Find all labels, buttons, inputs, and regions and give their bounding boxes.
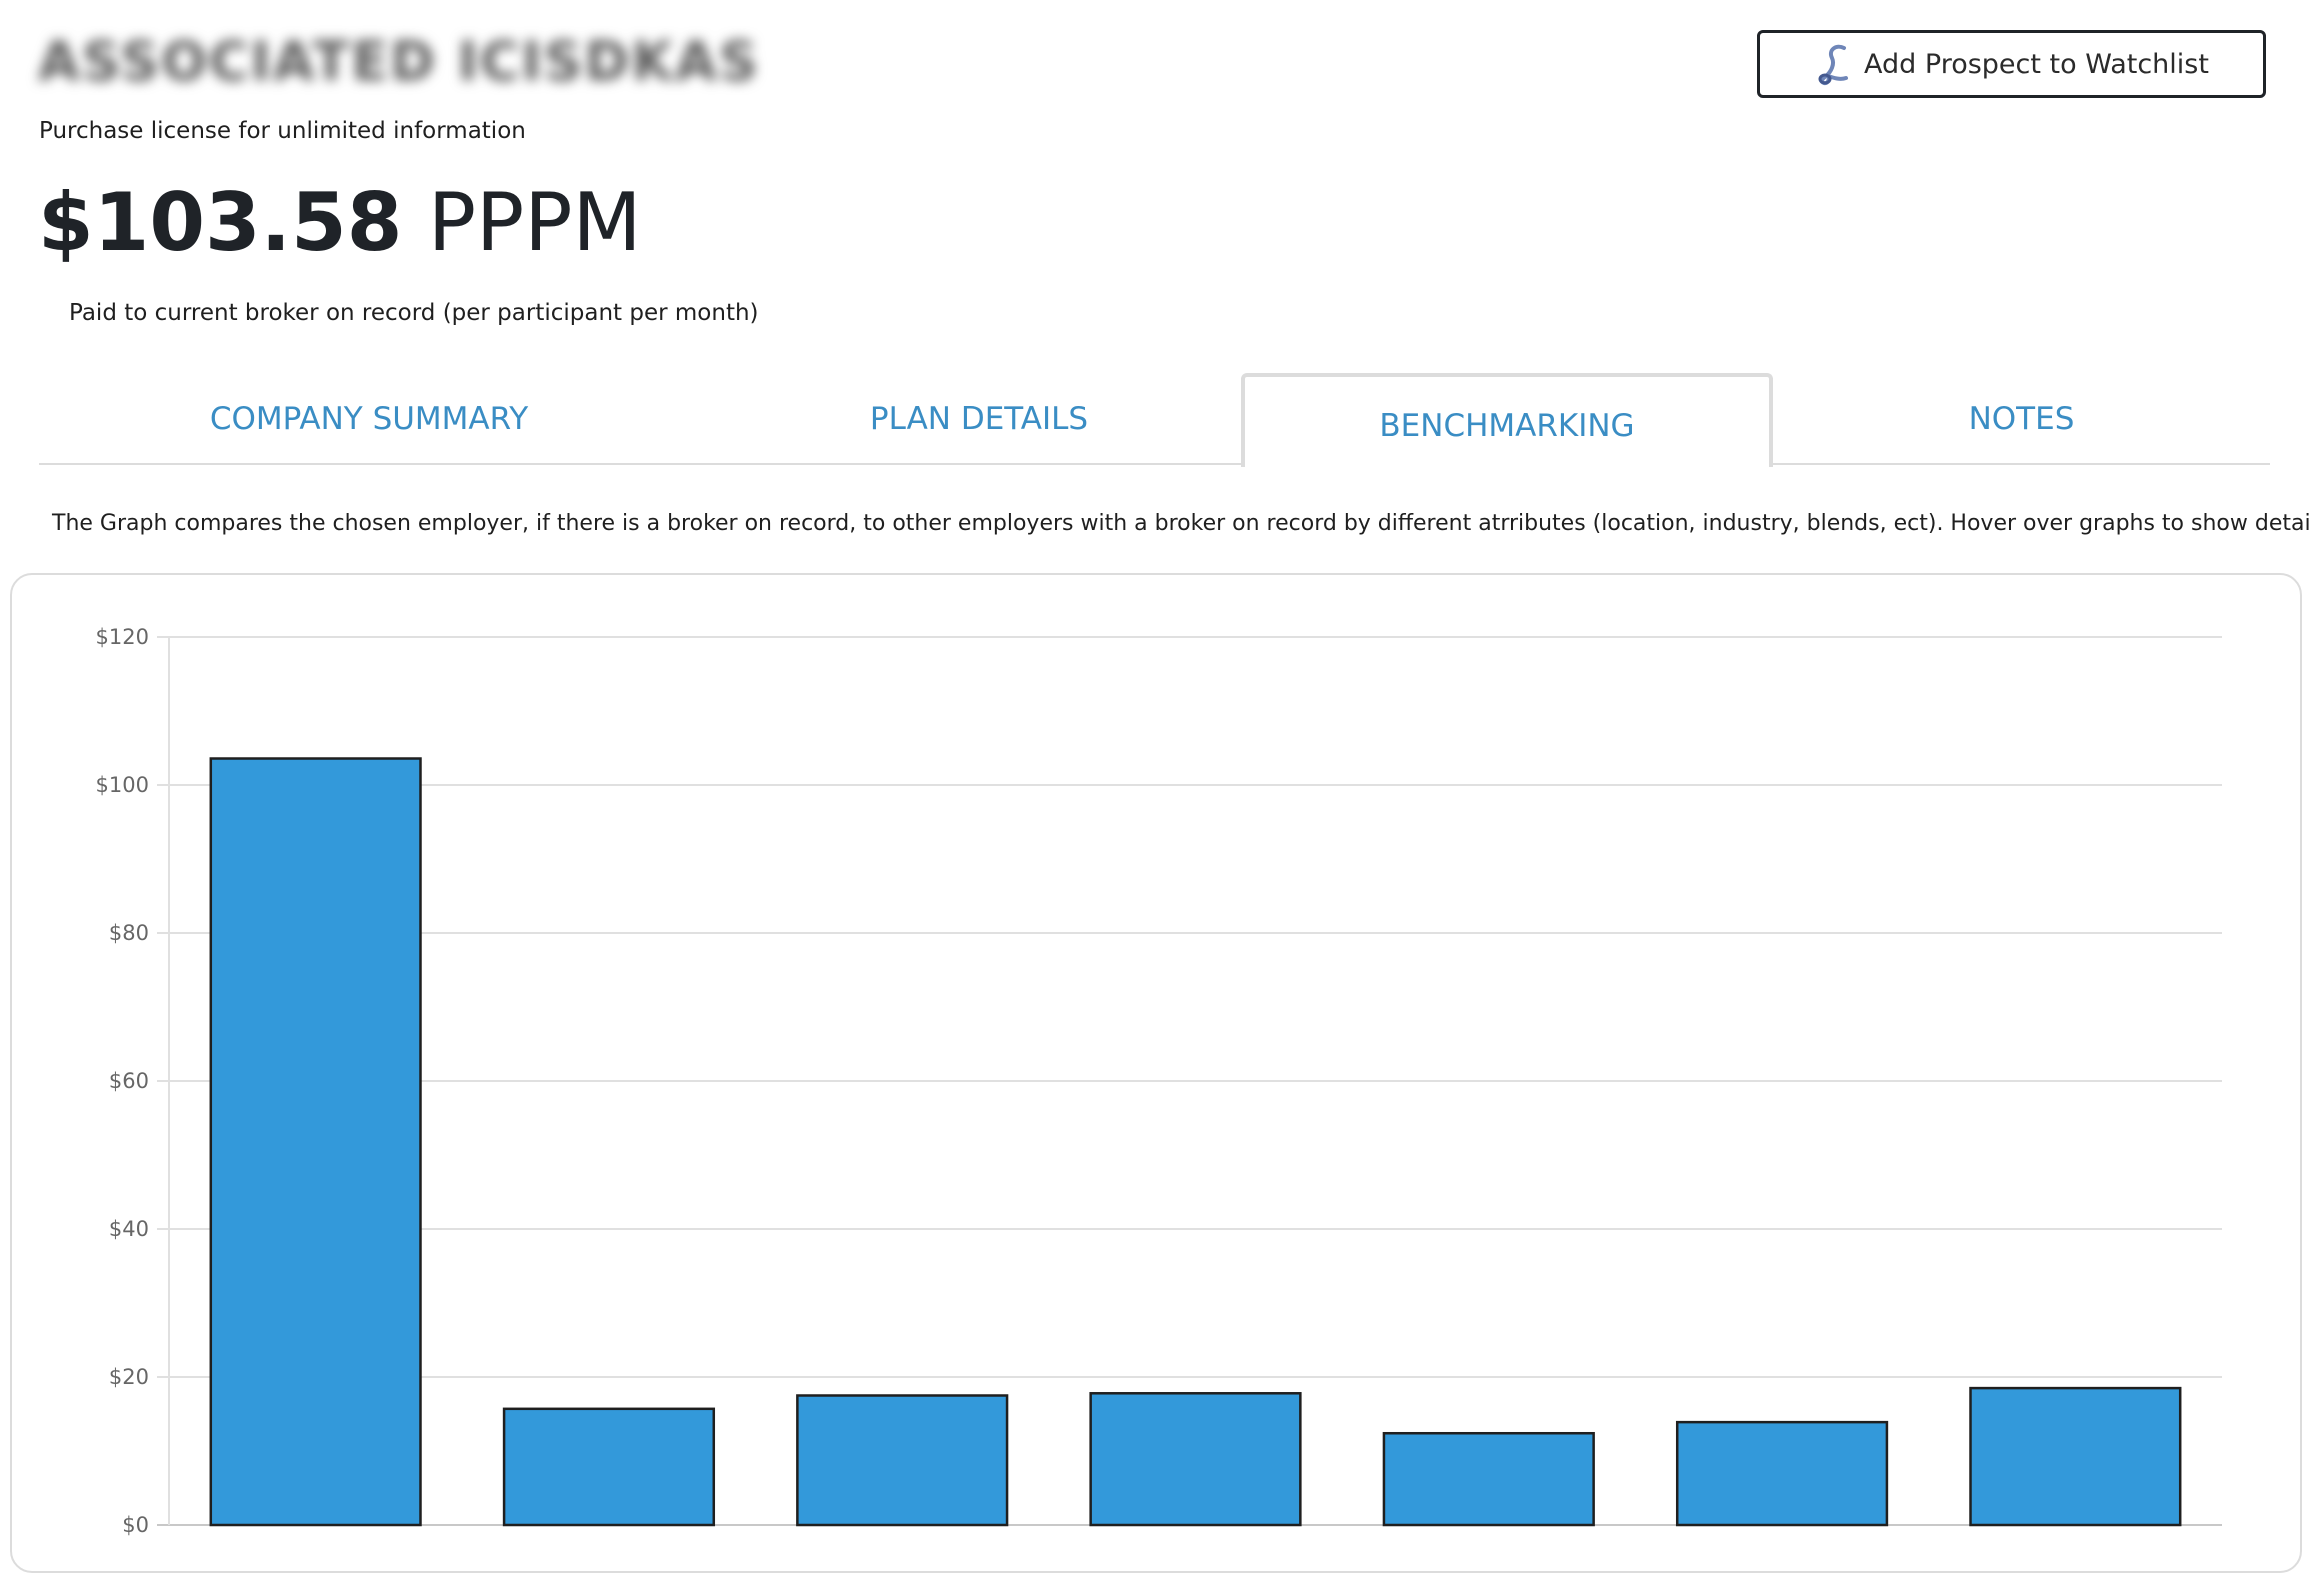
chart-bar[interactable]	[502, 1407, 716, 1527]
chart-bar[interactable]	[1382, 1431, 1595, 1527]
y-tick-label: $100	[96, 773, 149, 797]
company-name: ASSOCIATED ICISDKAS	[38, 30, 760, 93]
chart-bar[interactable]	[1675, 1420, 1889, 1527]
price-amount: $103.58	[38, 176, 403, 269]
benchmark-description: The Graph compares the chosen employer, …	[52, 511, 2309, 536]
chart-bar[interactable]	[1969, 1386, 2182, 1527]
y-tick-label: $20	[109, 1365, 149, 1389]
benchmark-chart-card: $0 $20 $40 $60 $80 $100 $120	[10, 573, 2302, 1573]
price-unit: PPPM	[427, 176, 642, 269]
license-note: Purchase license for unlimited informati…	[39, 118, 526, 144]
tab-bar: COMPANY SUMMARY PLAN DETAILS BENCHMARKIN…	[39, 373, 2270, 467]
benchmark-bar-chart[interactable]: $0 $20 $40 $60 $80 $100 $120	[12, 575, 2302, 1573]
y-tick-label: $40	[109, 1217, 149, 1241]
tab-benchmarking[interactable]: BENCHMARKING	[1241, 373, 1773, 467]
y-tick-label: $60	[109, 1069, 149, 1093]
tab-notes[interactable]: NOTES	[1773, 373, 2270, 465]
y-tick-label: $0	[122, 1513, 149, 1537]
add-to-watchlist-button[interactable]: Add Prospect to Watchlist	[1757, 30, 2266, 98]
chart-bar[interactable]	[1089, 1392, 1302, 1527]
lasso-icon	[1814, 42, 1854, 86]
tab-plan-details[interactable]: PLAN DETAILS	[659, 373, 1299, 465]
chart-bar[interactable]	[209, 757, 422, 1527]
y-tick-label: $80	[109, 921, 149, 945]
price-note: Paid to current broker on record (per pa…	[69, 300, 759, 326]
y-tick-label: $120	[96, 625, 149, 649]
price-display: $103.58 PPPM	[38, 183, 642, 263]
chart-bar[interactable]	[796, 1394, 1009, 1527]
tab-company-summary[interactable]: COMPANY SUMMARY	[39, 373, 699, 465]
add-to-watchlist-label: Add Prospect to Watchlist	[1864, 48, 2209, 80]
